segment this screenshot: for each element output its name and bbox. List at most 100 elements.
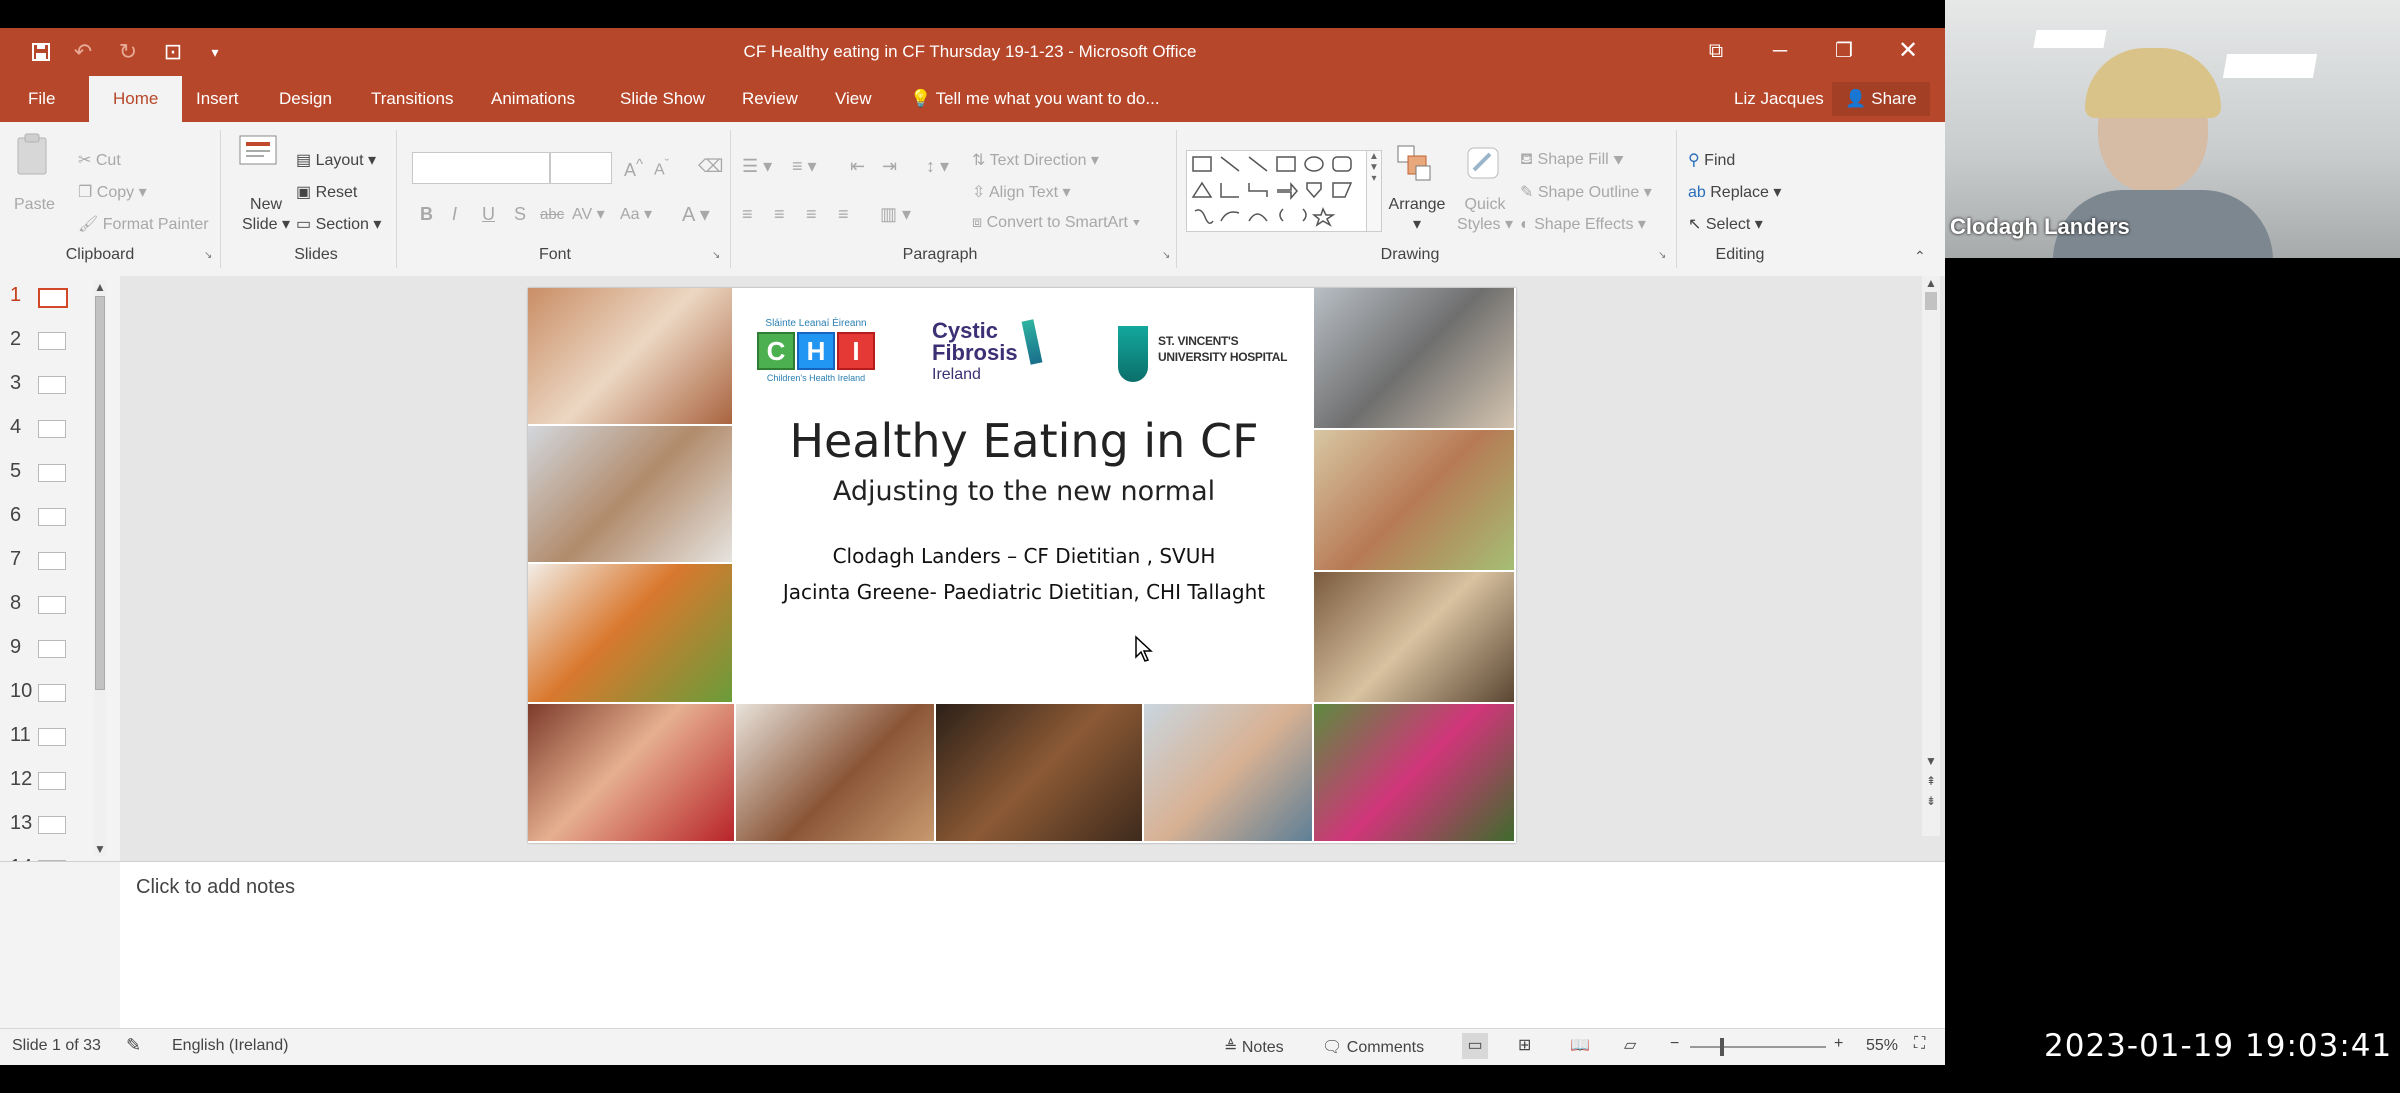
font-family-dropdown[interactable]	[412, 152, 550, 184]
new-slide-button[interactable]: New Slide ▾	[242, 196, 290, 234]
spellcheck-icon[interactable]: ✎	[126, 1035, 141, 1056]
slide-thumbnail[interactable]	[38, 816, 66, 834]
zoom-out-icon[interactable]: −	[1670, 1035, 1679, 1053]
save-icon[interactable]	[24, 28, 58, 79]
bold-icon[interactable]: B	[420, 204, 433, 225]
share-button[interactable]: 👤 Share	[1832, 82, 1930, 116]
justify-icon[interactable]: ≡	[838, 204, 849, 225]
slide-thumbnail[interactable]	[38, 684, 66, 702]
slide-thumbnail[interactable]	[38, 728, 66, 746]
minimize-button[interactable]: ─	[1750, 28, 1810, 76]
font-color-icon[interactable]: A ▾	[682, 202, 710, 227]
slide-show-icon[interactable]: ▱	[1624, 1035, 1636, 1055]
slide-title[interactable]: Healthy Eating in CF	[734, 414, 1314, 468]
undo-icon[interactable]: ↶	[66, 28, 100, 76]
align-text-button[interactable]: ⇳ Align Text ▾	[972, 182, 1071, 202]
tab-home[interactable]: Home	[89, 76, 183, 122]
thumbnail-number[interactable]: 13	[10, 812, 40, 835]
reading-view-icon[interactable]: 📖	[1570, 1035, 1590, 1055]
slide-scrollbar[interactable]: ▲ ▼ ⇞ ⇟	[1922, 276, 1940, 836]
text-direction-button[interactable]: ⇅ Text Direction ▾	[972, 150, 1099, 170]
thumbnail-number[interactable]: 4	[10, 416, 40, 439]
slide-thumbnail[interactable]	[38, 640, 66, 658]
convert-smartart-button[interactable]: ⧈ Convert to SmartArt ▾	[972, 214, 1140, 232]
customize-qat-icon[interactable]: ▾	[198, 28, 232, 76]
paragraph-launcher-icon[interactable]: ↘	[1162, 250, 1170, 261]
slide-thumbnail[interactable]	[38, 332, 66, 350]
tell-me-box[interactable]: 💡 Tell me what you want to do...	[910, 76, 1160, 122]
slide-canvas[interactable]: Sláinte Leanaí Éireann C H I Children's …	[528, 288, 1516, 843]
scroll-up-arrow[interactable]: ▲	[94, 280, 106, 294]
slide-thumbnail[interactable]	[38, 376, 66, 394]
underline-icon[interactable]: U	[482, 204, 495, 225]
columns-icon[interactable]: ▥ ▾	[880, 204, 911, 225]
bullets-icon[interactable]: ☰ ▾	[742, 156, 772, 177]
tab-review[interactable]: Review	[730, 76, 810, 122]
restore-button[interactable]: ❐	[1814, 28, 1874, 76]
reset-button[interactable]: ▣ Reset	[296, 182, 357, 202]
slide-author-1[interactable]: Clodagh Landers – CF Dietitian , SVUH	[734, 544, 1314, 568]
thumbnail-number[interactable]: 9	[10, 636, 40, 659]
increase-indent-icon[interactable]: ⇥	[882, 156, 897, 177]
next-slide-icon[interactable]: ⇟	[1922, 794, 1940, 808]
replace-button[interactable]: ab Replace ▾	[1688, 182, 1781, 202]
scrollbar-thumb[interactable]	[95, 296, 105, 690]
ribbon-display-options-icon[interactable]: ⧉	[1686, 28, 1746, 76]
slide-subtitle[interactable]: Adjusting to the new normal	[734, 476, 1314, 507]
thumbnail-number[interactable]: 6	[10, 504, 40, 527]
thumbnail-scrollbar[interactable]: ▲ ▼	[94, 280, 106, 856]
copy-button[interactable]: ❐ Copy ▾	[78, 182, 147, 202]
thumbnail-number[interactable]: 12	[10, 768, 40, 791]
language-indicator[interactable]: English (Ireland)	[172, 1037, 289, 1055]
thumbnail-number[interactable]: 3	[10, 372, 40, 395]
decrease-font-icon[interactable]: Aˇ	[654, 156, 669, 179]
shape-effects-button[interactable]: ◐ Shape Effects ▾	[1520, 214, 1646, 234]
redo-icon[interactable]: ↻	[111, 28, 145, 76]
italic-icon[interactable]: I	[452, 204, 457, 225]
scroll-down-arrow[interactable]: ▼	[94, 842, 106, 856]
tab-animations[interactable]: Animations	[479, 76, 587, 122]
normal-view-icon[interactable]: ▭	[1462, 1033, 1488, 1059]
thumbnail-number[interactable]: 1	[10, 284, 40, 307]
tab-view[interactable]: View	[823, 76, 884, 122]
thumbnail-number[interactable]: 10	[10, 680, 40, 703]
font-size-dropdown[interactable]	[550, 152, 612, 184]
shape-fill-button[interactable]: ⛾ Shape Fill ▾	[1520, 150, 1624, 170]
thumbnail-number[interactable]: 5	[10, 460, 40, 483]
zoom-slider[interactable]	[1690, 1038, 1826, 1056]
notes-placeholder[interactable]: Click to add notes	[136, 876, 295, 899]
line-spacing-icon[interactable]: ↕ ▾	[926, 156, 949, 177]
scrollbar-thumb[interactable]	[1925, 292, 1937, 310]
tab-transitions[interactable]: Transitions	[359, 76, 466, 122]
shadow-icon[interactable]: S	[514, 204, 526, 225]
tab-slide-show[interactable]: Slide Show	[608, 76, 717, 122]
previous-slide-icon[interactable]: ⇞	[1922, 774, 1940, 788]
character-spacing-icon[interactable]: AV ▾	[572, 204, 605, 224]
tab-file[interactable]: File	[16, 76, 67, 122]
section-button[interactable]: ▭ Section ▾	[296, 214, 381, 234]
paste-button[interactable]: Paste	[14, 196, 55, 214]
tab-design[interactable]: Design	[267, 76, 344, 122]
increase-font-icon[interactable]: A^	[624, 156, 643, 181]
clear-formatting-icon[interactable]: ⌫	[698, 156, 723, 177]
collapse-ribbon-icon[interactable]: ⌃	[1914, 248, 1926, 265]
slide-thumbnail[interactable]	[38, 420, 66, 438]
slide-sorter-icon[interactable]: ⊞	[1518, 1035, 1531, 1055]
zoom-level[interactable]: 55%	[1866, 1037, 1898, 1055]
comments-button[interactable]: 🗨 Comments	[1322, 1037, 1424, 1057]
slide-thumbnail[interactable]	[38, 772, 66, 790]
slide-author-2[interactable]: Jacinta Greene- Paediatric Dietitian, CH…	[734, 580, 1314, 604]
decrease-indent-icon[interactable]: ⇤	[850, 156, 865, 177]
thumbnail-number[interactable]: 7	[10, 548, 40, 571]
clipboard-launcher-icon[interactable]: ↘	[204, 250, 212, 261]
align-right-icon[interactable]: ≡	[806, 204, 817, 225]
scroll-up-arrow[interactable]: ▲	[1922, 276, 1940, 290]
slide-thumbnail[interactable]	[38, 464, 66, 482]
format-painter-button[interactable]: 🖌 Format Painter	[78, 214, 209, 234]
slide-thumbnail[interactable]	[38, 552, 66, 570]
close-button[interactable]: ✕	[1878, 28, 1938, 76]
shapes-gallery-scroll[interactable]: ▲ ▼ ▾	[1366, 150, 1382, 232]
shape-outline-button[interactable]: ✎ Shape Outline ▾	[1520, 182, 1652, 202]
thumbnail-number[interactable]: 11	[10, 724, 40, 747]
zoom-in-icon[interactable]: +	[1834, 1035, 1843, 1053]
